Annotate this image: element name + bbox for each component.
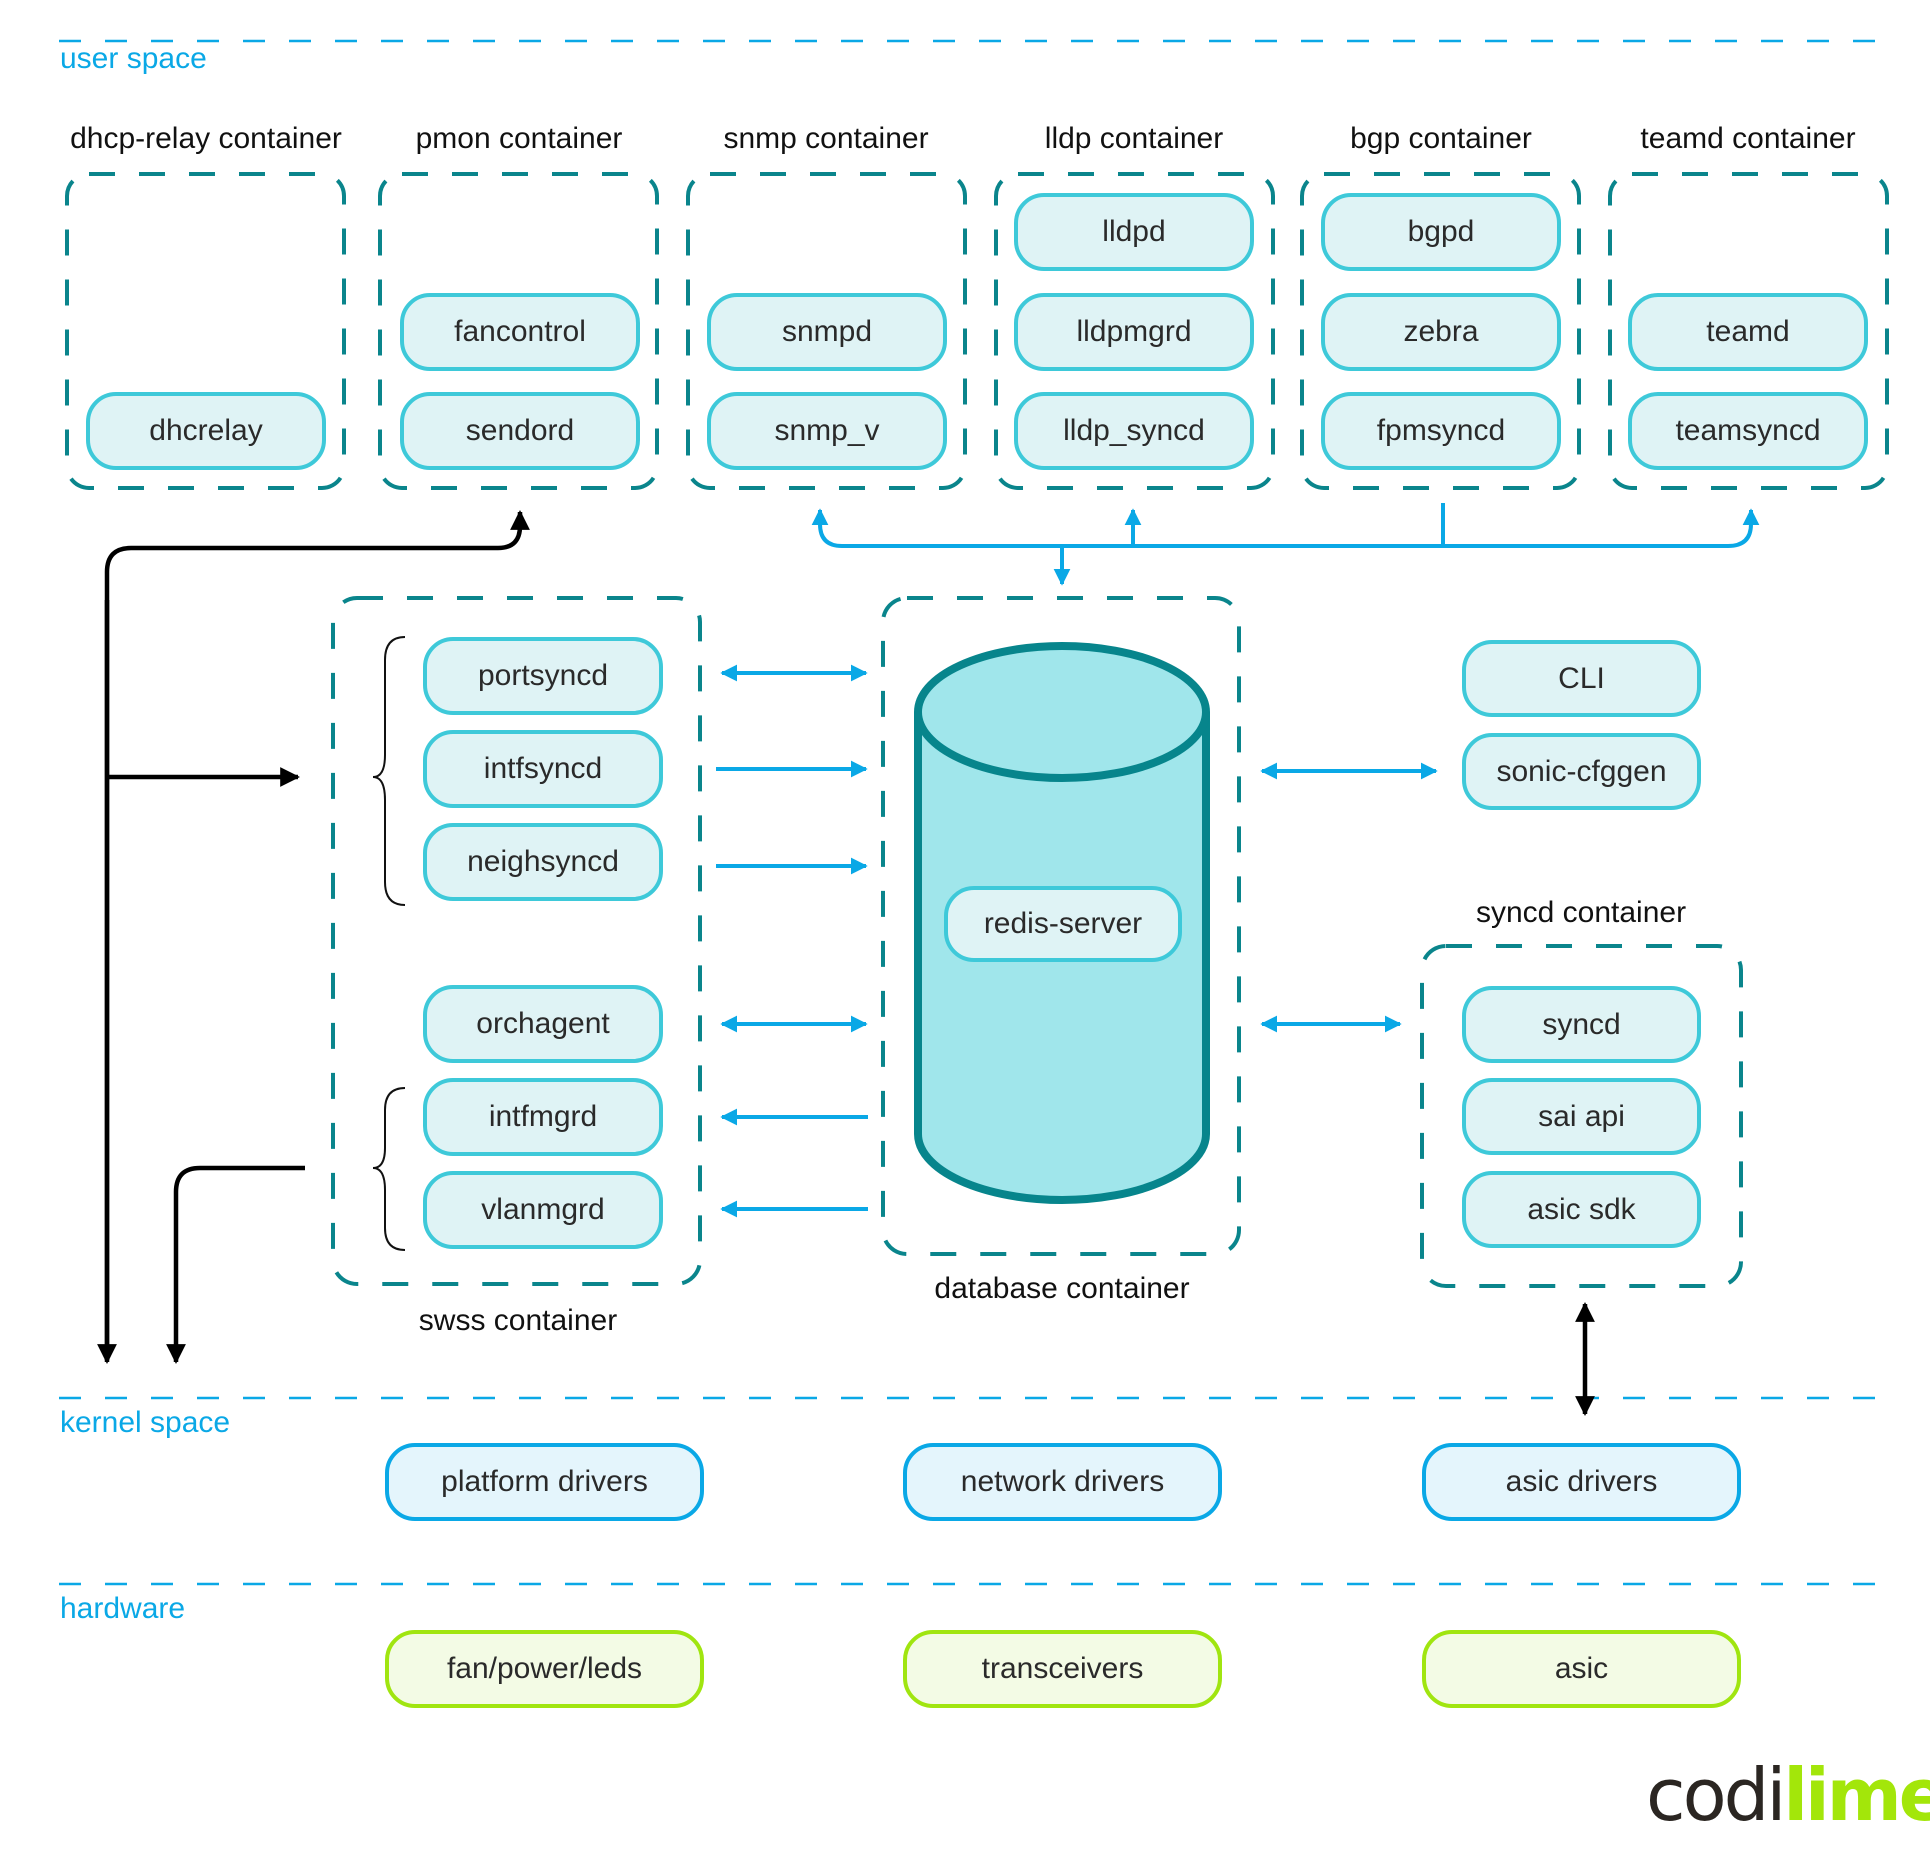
container-label-swss: swss container — [418, 1304, 618, 1337]
process-fpmsyncd[interactable]: fpmsyncd — [1321, 392, 1561, 470]
container-label-dhcp-relay: dhcp-relay container — [70, 122, 342, 155]
container-label-bgp: bgp container — [1350, 122, 1532, 155]
kernel-asic-drivers[interactable]: asic drivers — [1422, 1443, 1741, 1521]
container-label-database: database container — [934, 1272, 1190, 1305]
process-dhcrelay[interactable]: dhcrelay — [86, 392, 326, 470]
process-snmp-v[interactable]: snmp_v — [707, 392, 947, 470]
brace-syncd-group — [372, 636, 406, 906]
logo-text-lime: lime — [1783, 1753, 1930, 1837]
process-neighsyncd[interactable]: neighsyncd — [423, 823, 663, 901]
brace-mgrd-group — [372, 1087, 406, 1251]
hardware-asic[interactable]: asic — [1422, 1630, 1741, 1708]
container-label-snmp: snmp container — [723, 122, 929, 155]
zone-label-user-space: user space — [60, 42, 207, 75]
process-portsyncd[interactable]: portsyncd — [423, 637, 663, 715]
process-sai-api[interactable]: sai api — [1462, 1078, 1701, 1155]
process-intfsyncd[interactable]: intfsyncd — [423, 730, 663, 808]
container-label-lldp: lldp container — [1044, 122, 1224, 155]
process-vlanmgrd[interactable]: vlanmgrd — [423, 1171, 663, 1249]
process-syncd[interactable]: syncd — [1462, 986, 1701, 1063]
process-teamsyncd[interactable]: teamsyncd — [1628, 392, 1868, 470]
kernel-platform-drivers[interactable]: platform drivers — [385, 1443, 704, 1521]
arrow-mgrd-group-to-kernel — [166, 1165, 305, 1364]
arrow-hub-teamd — [1062, 508, 1760, 548]
container-label-teamd: teamd container — [1640, 122, 1856, 155]
process-snmpd[interactable]: snmpd — [707, 293, 947, 371]
process-lldp-syncd[interactable]: lldp_syncd — [1014, 392, 1254, 470]
kernel-network-drivers[interactable]: network drivers — [903, 1443, 1222, 1521]
process-lldpd[interactable]: lldpd — [1014, 193, 1254, 271]
process-fancontrol[interactable]: fancontrol — [400, 293, 640, 371]
process-teamd[interactable]: teamd — [1628, 293, 1868, 371]
container-label-syncd: syncd container — [1475, 896, 1687, 929]
process-redis-server[interactable]: redis-server — [944, 886, 1182, 962]
process-asic-sdk[interactable]: asic sdk — [1462, 1171, 1701, 1248]
process-zebra[interactable]: zebra — [1321, 293, 1561, 371]
zone-label-kernel-space: kernel space — [60, 1406, 231, 1439]
zone-label-hardware: hardware — [60, 1592, 186, 1625]
process-orchagent[interactable]: orchagent — [423, 985, 663, 1063]
tool-cli[interactable]: CLI — [1462, 640, 1701, 717]
hardware-transceivers[interactable]: transceivers — [903, 1630, 1222, 1708]
process-lldpmgrd[interactable]: lldpmgrd — [1014, 293, 1254, 371]
tool-sonic-cfggen[interactable]: sonic-cfggen — [1462, 733, 1701, 810]
sonic-architecture-diagram: user space kernel space hardware dhcp-re… — [0, 0, 1930, 1864]
process-intfmgrd[interactable]: intfmgrd — [423, 1078, 663, 1156]
process-sendord[interactable]: sendord — [400, 392, 640, 470]
codilime-logo: codilime — [1646, 1755, 1930, 1835]
process-bgpd[interactable]: bgpd — [1321, 193, 1561, 271]
arrow-hub-snmp — [811, 508, 1062, 548]
hardware-fan-power-leds[interactable]: fan/power/leds — [385, 1630, 704, 1708]
logo-text-codi: codi — [1646, 1753, 1786, 1837]
container-label-pmon: pmon container — [415, 122, 623, 155]
